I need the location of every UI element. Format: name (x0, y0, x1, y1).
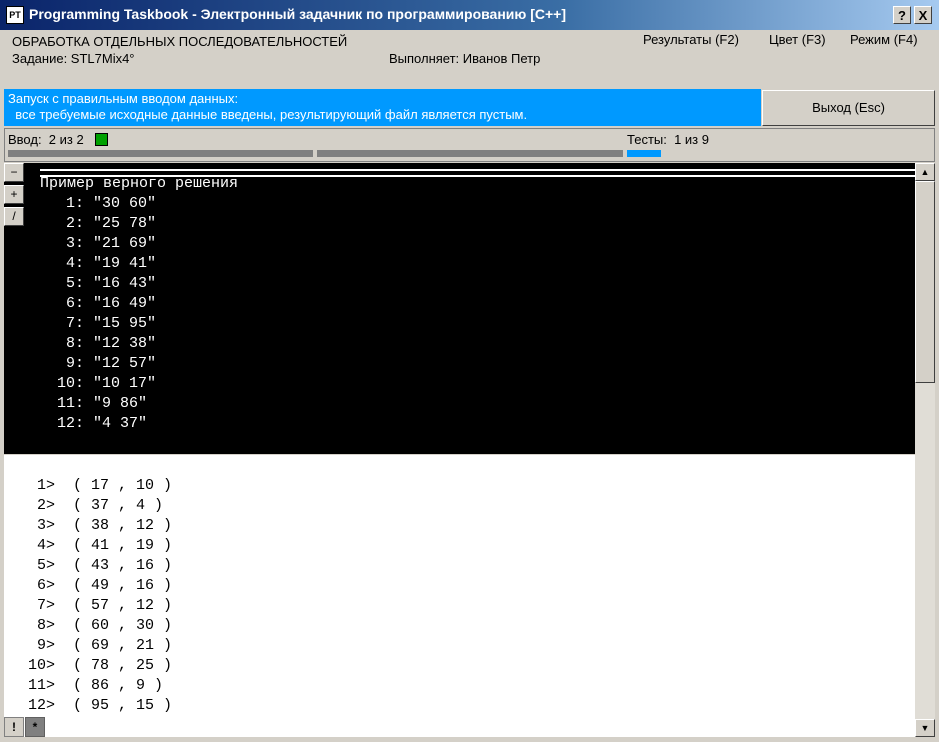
result-line: 7> ( 57 , 12 ) (28, 597, 173, 614)
task-name: Задание: STL7Mix4° (12, 51, 135, 66)
result-line: 4> ( 41 , 19 ) (28, 537, 173, 554)
task-header: ОБРАБОТКА ОТДЕЛЬНЫХ ПОСЛЕДОВАТЕЛЬНОСТЕЙ … (0, 30, 939, 88)
status-line-2: все требуемые исходные данные введены, р… (8, 107, 528, 122)
status-line-1: Запуск с правильным вводом данных: (8, 91, 239, 106)
result-line: 12> ( 95 , 15 ) (28, 697, 173, 714)
result-line: 11> ( 86 , 9 ) (28, 677, 164, 694)
example-heading: Пример верного решения (40, 175, 239, 192)
example-line: 5: "16 43" (48, 275, 157, 292)
example-line: 11: "9 86" (48, 395, 148, 412)
result-line: 8> ( 60 , 30 ) (28, 617, 173, 634)
example-line: 1: "30 60" (48, 195, 157, 212)
example-line: 2: "25 78" (48, 215, 157, 232)
example-line: 9: "12 57" (48, 355, 157, 372)
scroll-up-icon[interactable]: ▲ (915, 163, 935, 181)
example-line: 7: "15 95" (48, 315, 157, 332)
section-title: ОБРАБОТКА ОТДЕЛЬНЫХ ПОСЛЕДОВАТЕЛЬНОСТЕЙ (12, 34, 348, 49)
scroll-thumb[interactable] (915, 181, 935, 383)
performer-name: Выполняет: Иванов Петр (389, 51, 541, 66)
bottom-exclaim-button[interactable]: ! (4, 717, 24, 737)
menu-color[interactable]: Цвет (F3) (769, 32, 826, 47)
help-button[interactable]: ? (893, 6, 911, 24)
result-line: 5> ( 43 , 16 ) (28, 557, 173, 574)
progress-panel: Ввод: 2 из 2 Тесты: 1 из 9 (4, 128, 935, 162)
scroll-down-icon[interactable]: ▼ (915, 719, 935, 737)
result-line: 3> ( 38 , 12 ) (28, 517, 173, 534)
example-line: 10: "10 17" (48, 375, 157, 392)
input-counter: Ввод: 2 из 2 (8, 132, 84, 147)
middle-progress-bar (317, 150, 623, 157)
bottom-star-button[interactable]: * (25, 717, 45, 737)
result-panel: 1> ( 17 , 10 ) 2> ( 37 , 4 ) 3> ( 38 , 1… (4, 455, 915, 717)
example-line: 12: "4 37" (48, 415, 148, 432)
example-solution-panel: − + / Пример верного решения 1: "30 60" … (4, 163, 915, 454)
status-message: Запуск с правильным вводом данных: все т… (4, 89, 761, 126)
result-line: 2> ( 37 , 4 ) (28, 497, 164, 514)
input-progress-bar (8, 150, 313, 157)
toggle-view-button[interactable]: / (4, 207, 24, 226)
example-line: 3: "21 69" (48, 235, 157, 252)
app-icon: PT (6, 6, 24, 24)
title-bar[interactable]: PT Programming Taskbook - Электронный за… (0, 0, 939, 30)
vertical-scrollbar[interactable]: ▲ ▼ (915, 163, 935, 737)
top-divider (40, 169, 915, 171)
result-line: 9> ( 69 , 21 ) (28, 637, 173, 654)
input-complete-indicator (95, 133, 108, 146)
result-line: 10> ( 78 , 25 ) (28, 657, 173, 674)
close-button[interactable]: X (914, 6, 932, 24)
window-title: Programming Taskbook - Электронный задач… (29, 6, 567, 22)
zoom-out-button[interactable]: − (4, 163, 24, 182)
tests-counter: Тесты: 1 из 9 (627, 132, 709, 147)
zoom-in-button[interactable]: + (4, 185, 24, 204)
tests-progress-bar (627, 150, 661, 157)
example-line: 4: "19 41" (48, 255, 157, 272)
menu-results[interactable]: Результаты (F2) (643, 32, 739, 47)
bottom-toolbar: ! * (4, 717, 915, 737)
example-line: 6: "16 49" (48, 295, 157, 312)
result-line: 6> ( 49 , 16 ) (28, 577, 173, 594)
menu-mode[interactable]: Режим (F4) (850, 32, 918, 47)
example-line: 8: "12 38" (48, 335, 157, 352)
result-line: 1> ( 17 , 10 ) (28, 477, 173, 494)
exit-button[interactable]: Выход (Esc) (762, 90, 935, 126)
